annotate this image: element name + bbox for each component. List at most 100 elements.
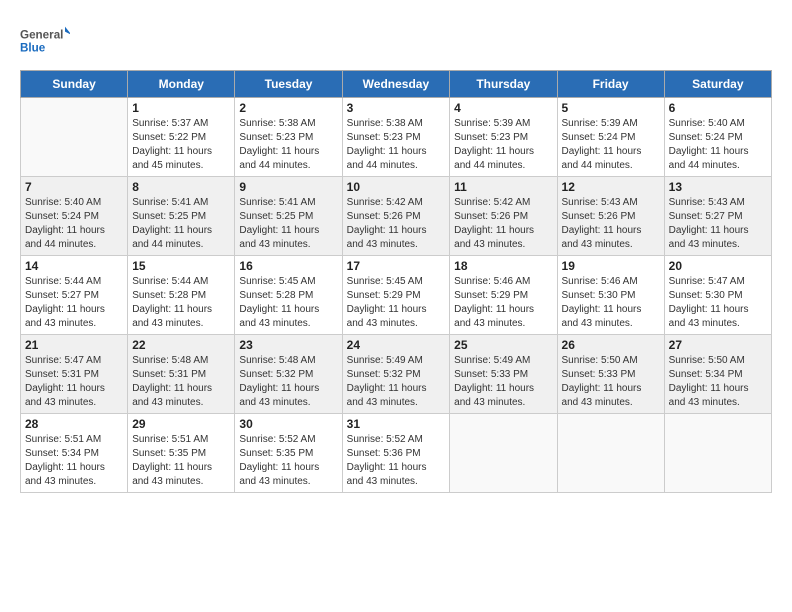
calendar-cell: 17 Sunrise: 5:45 AMSunset: 5:29 PMDayligh… <box>342 256 450 335</box>
header-saturday: Saturday <box>664 71 771 98</box>
calendar-cell: 14Sunrise: 5:44 AMSunset: 5:27 PMDayligh… <box>21 256 128 335</box>
calendar-cell: 11 Sunrise: 5:42 AMSunset: 5:26 PMDayligh… <box>450 177 557 256</box>
calendar-cell: 4 Sunrise: 5:39 AMSunset: 5:23 PMDaylight… <box>450 98 557 177</box>
calendar-week-row: 14Sunrise: 5:44 AMSunset: 5:27 PMDayligh… <box>21 256 772 335</box>
day-info: Sunrise: 5:45 AMSunset: 5:28 PMDaylight:… <box>239 275 337 331</box>
calendar-week-row: 7 Sunrise: 5:40 AMSunset: 5:24 PMDaylight… <box>21 177 772 256</box>
calendar-week-row: 1 Sunrise: 5:37 AMSunset: 5:22 PMDaylight… <box>21 98 772 177</box>
logo: General Blue <box>20 20 70 60</box>
calendar-cell: 26 Sunrise: 5:50 AMSunset: 5:33 PMDayligh… <box>557 335 664 414</box>
calendar-cell <box>21 98 128 177</box>
day-info: Sunrise: 5:50 AMSunset: 5:33 PMDaylight:… <box>562 354 660 410</box>
calendar-cell: 23Sunrise: 5:48 AMSunset: 5:32 PMDayligh… <box>235 335 342 414</box>
day-info: Sunrise: 5:43 AMSunset: 5:27 PMDaylight:… <box>669 196 767 252</box>
logo-svg: General Blue <box>20 20 70 60</box>
day-number: 9 <box>239 180 337 194</box>
day-number: 2 <box>239 101 337 115</box>
day-info: Sunrise: 5:40 AMSunset: 5:24 PMDaylight:… <box>669 117 767 173</box>
day-number: 19 <box>562 259 660 273</box>
day-number: 21 <box>25 338 123 352</box>
day-number: 20 <box>669 259 767 273</box>
day-number: 25 <box>454 338 552 352</box>
calendar-cell: 22 Sunrise: 5:48 AMSunset: 5:31 PMDayligh… <box>128 335 235 414</box>
day-number: 15 <box>132 259 230 273</box>
day-info: Sunrise: 5:37 AMSunset: 5:22 PMDaylight:… <box>132 117 230 173</box>
day-number: 6 <box>669 101 767 115</box>
day-info: Sunrise: 5:39 AMSunset: 5:23 PMDaylight:… <box>454 117 552 173</box>
day-info: Sunrise: 5:42 AMSunset: 5:26 PMDaylight:… <box>454 196 552 252</box>
calendar-header-row: SundayMondayTuesdayWednesdayThursdayFrid… <box>21 71 772 98</box>
calendar-cell: 30 Sunrise: 5:52 AMSunset: 5:35 PMDayligh… <box>235 414 342 493</box>
calendar-cell: 27Sunrise: 5:50 AMSunset: 5:34 PMDayligh… <box>664 335 771 414</box>
day-info: Sunrise: 5:47 AMSunset: 5:31 PMDaylight:… <box>25 354 123 410</box>
calendar-cell: 18 Sunrise: 5:46 AMSunset: 5:29 PMDayligh… <box>450 256 557 335</box>
day-info: Sunrise: 5:44 AMSunset: 5:27 PMDaylight:… <box>25 275 123 331</box>
calendar-cell: 8 Sunrise: 5:41 AMSunset: 5:25 PMDaylight… <box>128 177 235 256</box>
day-number: 1 <box>132 101 230 115</box>
day-number: 16 <box>239 259 337 273</box>
day-info: Sunrise: 5:48 AMSunset: 5:31 PMDaylight:… <box>132 354 230 410</box>
calendar-cell: 29 Sunrise: 5:51 AMSunset: 5:35 PMDayligh… <box>128 414 235 493</box>
calendar-cell: 16 Sunrise: 5:45 AMSunset: 5:28 PMDayligh… <box>235 256 342 335</box>
day-number: 30 <box>239 417 337 431</box>
day-number: 11 <box>454 180 552 194</box>
calendar-cell: 31 Sunrise: 5:52 AMSunset: 5:36 PMDayligh… <box>342 414 450 493</box>
day-info: Sunrise: 5:42 AMSunset: 5:26 PMDaylight:… <box>347 196 446 252</box>
calendar-cell: 2 Sunrise: 5:38 AMSunset: 5:23 PMDaylight… <box>235 98 342 177</box>
day-number: 5 <box>562 101 660 115</box>
calendar-cell: 7 Sunrise: 5:40 AMSunset: 5:24 PMDaylight… <box>21 177 128 256</box>
header-wednesday: Wednesday <box>342 71 450 98</box>
calendar-cell: 21 Sunrise: 5:47 AMSunset: 5:31 PMDayligh… <box>21 335 128 414</box>
day-number: 8 <box>132 180 230 194</box>
day-info: Sunrise: 5:38 AMSunset: 5:23 PMDaylight:… <box>239 117 337 173</box>
svg-text:General: General <box>20 28 63 41</box>
day-info: Sunrise: 5:51 AMSunset: 5:34 PMDaylight:… <box>25 433 123 489</box>
day-number: 13 <box>669 180 767 194</box>
calendar-cell: 15 Sunrise: 5:44 AMSunset: 5:28 PMDayligh… <box>128 256 235 335</box>
day-number: 3 <box>347 101 446 115</box>
calendar-cell: 9 Sunrise: 5:41 AMSunset: 5:25 PMDaylight… <box>235 177 342 256</box>
day-info: Sunrise: 5:52 AMSunset: 5:35 PMDaylight:… <box>239 433 337 489</box>
day-number: 28 <box>25 417 123 431</box>
day-info: Sunrise: 5:41 AMSunset: 5:25 PMDaylight:… <box>239 196 337 252</box>
day-info: Sunrise: 5:44 AMSunset: 5:28 PMDaylight:… <box>132 275 230 331</box>
day-info: Sunrise: 5:47 AMSunset: 5:30 PMDaylight:… <box>669 275 767 331</box>
day-number: 4 <box>454 101 552 115</box>
day-number: 7 <box>25 180 123 194</box>
day-info: Sunrise: 5:40 AMSunset: 5:24 PMDaylight:… <box>25 196 123 252</box>
calendar-cell: 12 Sunrise: 5:43 AMSunset: 5:26 PMDayligh… <box>557 177 664 256</box>
header-sunday: Sunday <box>21 71 128 98</box>
calendar-cell: 1 Sunrise: 5:37 AMSunset: 5:22 PMDaylight… <box>128 98 235 177</box>
day-number: 24 <box>347 338 446 352</box>
calendar-cell <box>664 414 771 493</box>
header-monday: Monday <box>128 71 235 98</box>
day-number: 12 <box>562 180 660 194</box>
calendar-week-row: 21 Sunrise: 5:47 AMSunset: 5:31 PMDayligh… <box>21 335 772 414</box>
calendar-cell: 10 Sunrise: 5:42 AMSunset: 5:26 PMDayligh… <box>342 177 450 256</box>
calendar-cell: 19Sunrise: 5:46 AMSunset: 5:30 PMDayligh… <box>557 256 664 335</box>
day-number: 31 <box>347 417 446 431</box>
day-info: Sunrise: 5:49 AMSunset: 5:33 PMDaylight:… <box>454 354 552 410</box>
calendar-week-row: 28 Sunrise: 5:51 AMSunset: 5:34 PMDayligh… <box>21 414 772 493</box>
day-number: 10 <box>347 180 446 194</box>
header-tuesday: Tuesday <box>235 71 342 98</box>
calendar-cell: 24 Sunrise: 5:49 AMSunset: 5:32 PMDayligh… <box>342 335 450 414</box>
calendar-cell: 13 Sunrise: 5:43 AMSunset: 5:27 PMDayligh… <box>664 177 771 256</box>
calendar-cell: 20 Sunrise: 5:47 AMSunset: 5:30 PMDayligh… <box>664 256 771 335</box>
day-number: 29 <box>132 417 230 431</box>
day-number: 22 <box>132 338 230 352</box>
calendar-cell <box>557 414 664 493</box>
day-number: 26 <box>562 338 660 352</box>
day-info: Sunrise: 5:49 AMSunset: 5:32 PMDaylight:… <box>347 354 446 410</box>
day-info: Sunrise: 5:43 AMSunset: 5:26 PMDaylight:… <box>562 196 660 252</box>
calendar-cell: 5Sunrise: 5:39 AMSunset: 5:24 PMDaylight… <box>557 98 664 177</box>
day-info: Sunrise: 5:41 AMSunset: 5:25 PMDaylight:… <box>132 196 230 252</box>
day-info: Sunrise: 5:45 AMSunset: 5:29 PMDaylight:… <box>347 275 446 331</box>
day-number: 17 <box>347 259 446 273</box>
calendar-cell: 28 Sunrise: 5:51 AMSunset: 5:34 PMDayligh… <box>21 414 128 493</box>
calendar-cell: 6 Sunrise: 5:40 AMSunset: 5:24 PMDaylight… <box>664 98 771 177</box>
day-number: 18 <box>454 259 552 273</box>
day-info: Sunrise: 5:46 AMSunset: 5:29 PMDaylight:… <box>454 275 552 331</box>
day-info: Sunrise: 5:51 AMSunset: 5:35 PMDaylight:… <box>132 433 230 489</box>
day-info: Sunrise: 5:52 AMSunset: 5:36 PMDaylight:… <box>347 433 446 489</box>
